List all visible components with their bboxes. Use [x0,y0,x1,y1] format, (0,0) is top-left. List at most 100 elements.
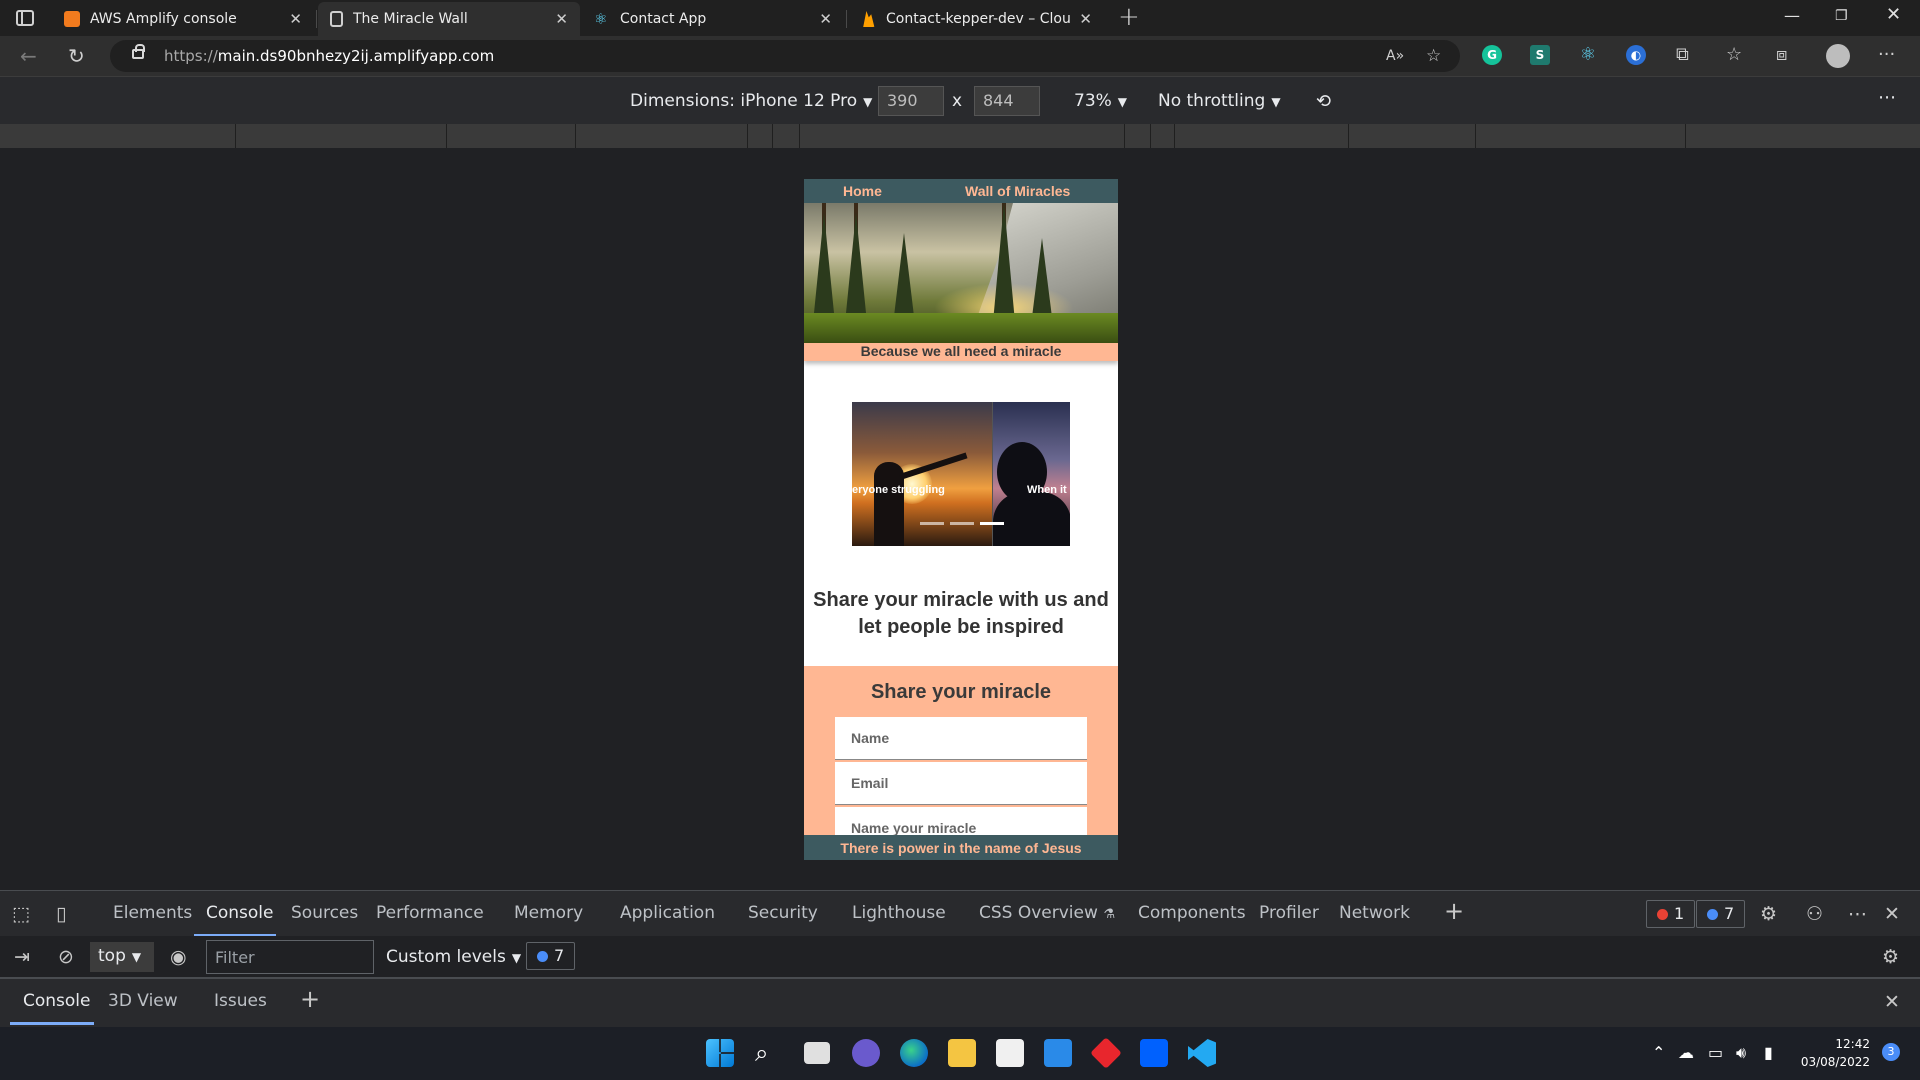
search-icon[interactable]: ⌕ [755,1039,783,1067]
carousel-indicator[interactable] [920,522,944,525]
devtools-tab-network[interactable]: Network [1339,903,1410,923]
close-tab-icon[interactable]: ✕ [1079,10,1092,28]
refresh-icon[interactable]: ↻ [68,44,85,68]
devtools-tab-console[interactable]: Console [206,903,274,923]
console-settings-icon[interactable]: ⚙ [1882,946,1899,968]
url-text[interactable]: https://main.ds90bnhezy2ij.amplifyapp.co… [164,47,494,65]
collections-icon[interactable]: ⧈ [1776,44,1787,65]
media-query-marker[interactable] [799,124,800,148]
devtools-tab-css-overview[interactable]: CSS Overview ⚗ [979,903,1115,923]
microsoft-store-icon[interactable] [996,1039,1024,1067]
devtools-tab-performance[interactable]: Performance [376,903,484,923]
drawer-tab-console[interactable]: Console [23,991,91,1011]
clear-console-icon[interactable]: ⊘ [58,946,74,968]
carousel-indicator[interactable] [950,522,974,525]
dropbox-icon[interactable] [1140,1039,1168,1067]
address-bar[interactable]: https://main.ds90bnhezy2ij.amplifyapp.co… [110,40,1460,72]
media-query-marker[interactable] [1348,124,1349,148]
react-devtools-icon[interactable]: ⚛ [1578,45,1598,65]
sync-extension-icon[interactable]: ◐ [1626,45,1646,65]
carousel-indicator-active[interactable] [980,522,1004,525]
rotate-icon[interactable]: ⟲ [1316,91,1331,112]
notification-badge[interactable]: 3 [1882,1043,1900,1061]
devtools-tab-lighthouse[interactable]: Lighthouse [852,903,946,923]
drawer-tab-3d-view[interactable]: 3D View [108,991,178,1011]
extension-s-icon[interactable]: S [1530,45,1550,65]
drawer-tab-issues[interactable]: Issues [214,991,267,1011]
name-input[interactable]: Name [835,717,1087,760]
media-query-marker[interactable] [747,124,748,148]
devtools-tab-elements[interactable]: Elements [113,903,192,923]
devtools-tab-security[interactable]: Security [748,903,818,923]
media-query-marker[interactable] [1124,124,1125,148]
media-query-marker[interactable] [1475,124,1476,148]
battery-icon[interactable]: ▮ [1764,1043,1773,1062]
more-tools-plus-icon[interactable]: + [1444,897,1464,925]
restore-icon[interactable]: ❐ [1835,8,1848,24]
device-toggle-icon[interactable]: ▯ [56,903,66,925]
context-select[interactable]: top ▼ [90,942,154,972]
inspect-element-icon[interactable]: ⬚ [12,903,30,925]
tray-chevron-icon[interactable]: ⌃ [1652,1043,1665,1062]
network-icon[interactable]: ▭ [1708,1043,1723,1062]
drawer-add-tab-icon[interactable]: + [300,985,320,1013]
devtools-more-icon[interactable]: ⋯ [1848,903,1867,925]
task-view-icon[interactable] [804,1042,830,1064]
tab-actions-icon[interactable] [16,10,34,26]
tab-miracle-wall[interactable]: The Miracle Wall ✕ [318,2,580,36]
settings-gear-icon[interactable]: ⚙ [1760,903,1777,925]
minimize-icon[interactable]: — [1784,6,1800,25]
throttling-select[interactable]: No throttling ▼ [1158,91,1281,111]
start-button-icon[interactable] [706,1039,734,1067]
device-select[interactable]: Dimensions: iPhone 12 Pro ▼ [630,91,872,111]
media-query-marker[interactable] [446,124,447,148]
volume-icon[interactable]: 🔊︎ [1736,1043,1746,1063]
close-tab-icon[interactable]: ✕ [289,10,302,28]
media-query-marker[interactable] [1150,124,1151,148]
close-drawer-icon[interactable]: ✕ [1884,991,1900,1013]
media-query-marker[interactable] [235,124,236,148]
media-query-bar[interactable] [0,124,1920,148]
devtools-tab-profiler[interactable]: Profiler [1259,903,1319,923]
message-count-badge[interactable]: 7 [1696,900,1746,928]
feedback-icon[interactable]: ⚇ [1806,903,1823,925]
profile-avatar[interactable] [1826,44,1850,68]
close-tab-icon[interactable]: ✕ [819,10,832,28]
clock-date[interactable]: 03/08/2022 [1798,1055,1870,1069]
devtools-tab-application[interactable]: Application [620,903,715,923]
file-explorer-icon[interactable] [948,1039,976,1067]
media-query-marker[interactable] [1685,124,1686,148]
mail-icon[interactable] [1044,1039,1072,1067]
media-query-marker[interactable] [772,124,773,148]
vscode-icon[interactable] [1188,1039,1216,1067]
extensions-icon[interactable]: ⧉ [1676,44,1689,65]
console-message-badge[interactable]: 7 [526,942,576,970]
nav-home-link[interactable]: Home [843,183,882,199]
email-input[interactable]: Email [835,762,1087,805]
device-width-input[interactable]: 390 [878,86,944,116]
media-query-marker[interactable] [575,124,576,148]
onedrive-icon[interactable]: ☁ [1678,1043,1694,1062]
nav-wall-link[interactable]: Wall of Miracles [965,183,1070,199]
sidebar-toggle-icon[interactable]: ⇥ [14,946,30,968]
device-height-input[interactable]: 844 [974,86,1040,116]
git-app-icon[interactable] [1090,1037,1122,1069]
tab-firebase[interactable]: Contact-kepper-dev – Cloud Fire ✕ [848,2,1104,36]
live-expression-eye-icon[interactable]: ◉ [170,946,187,968]
new-tab-button[interactable]: + [1118,2,1140,32]
grammarly-icon[interactable]: G [1482,45,1502,65]
more-menu-icon[interactable]: ··· [1878,44,1895,65]
window-close-icon[interactable]: ✕ [1886,4,1901,25]
devtools-tab-components[interactable]: Components [1138,903,1246,923]
error-count-badge[interactable]: 1 [1646,900,1696,928]
log-levels-select[interactable]: Custom levels ▼ [386,947,521,967]
edge-browser-icon[interactable] [900,1039,928,1067]
read-aloud-icon[interactable]: A» [1386,48,1404,64]
close-devtools-icon[interactable]: ✕ [1884,903,1900,925]
clock-time[interactable]: 12:42 [1800,1037,1870,1051]
console-filter-input[interactable]: Filter [206,940,374,974]
favorites-icon[interactable]: ☆ [1726,44,1742,65]
devtools-tab-sources[interactable]: Sources [291,903,358,923]
tab-contact-app[interactable]: ⚛ Contact App ✕ [582,2,844,36]
zoom-select[interactable]: 73% ▼ [1074,91,1127,111]
